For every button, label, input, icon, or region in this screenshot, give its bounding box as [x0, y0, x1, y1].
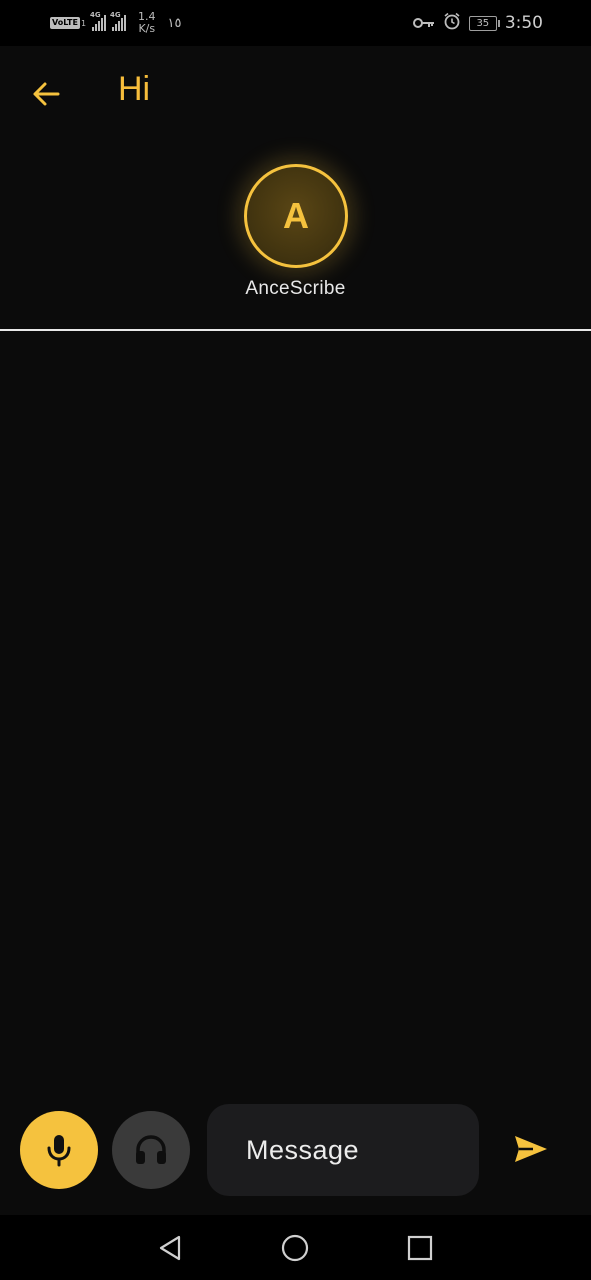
- status-left: VoLTE 1 4G 4G 1.4 K/s ١٥: [50, 10, 182, 36]
- network-speed-unit: K/s: [138, 22, 156, 35]
- vpn-key-icon: [412, 14, 435, 33]
- volte-badge: VoLTE: [50, 17, 80, 29]
- recents-square-icon: [407, 1235, 433, 1261]
- status-bar: VoLTE 1 4G 4G 1.4 K/s ١٥ 35 3:50: [0, 0, 591, 46]
- microphone-button[interactable]: [20, 1111, 98, 1189]
- message-field[interactable]: [207, 1104, 479, 1196]
- alarm-icon: [443, 12, 461, 34]
- status-right: 35 3:50: [412, 12, 543, 34]
- contact-name: AnceScribe: [245, 278, 346, 299]
- network-type-label: 4G: [90, 11, 101, 19]
- nav-recents-button[interactable]: [400, 1229, 440, 1267]
- page-title: Hi: [118, 70, 151, 108]
- avatar-initial: A: [283, 195, 309, 236]
- signal-strength-icon: 4G: [90, 11, 107, 31]
- chat-screen: VoLTE 1 4G 4G 1.4 K/s ١٥ 35 3:50 Hi A An…: [0, 0, 591, 1280]
- message-list[interactable]: [0, 331, 591, 1091]
- arrow-left-icon: [33, 82, 60, 106]
- headphones-button[interactable]: [112, 1111, 190, 1189]
- nav-home-button[interactable]: [275, 1229, 315, 1267]
- clock: 3:50: [504, 13, 543, 33]
- signal-strength-icon-2: 4G: [110, 11, 127, 31]
- home-circle-icon: [281, 1234, 309, 1262]
- avatar[interactable]: A: [244, 164, 348, 268]
- back-button[interactable]: [26, 74, 66, 114]
- extra-indicator: ١٥: [167, 15, 182, 31]
- network-type-label-2: 4G: [110, 11, 121, 19]
- app-bar: Hi: [0, 46, 591, 136]
- battery-icon: 35: [468, 15, 500, 31]
- microphone-icon: [47, 1135, 71, 1167]
- network-speed: 1.4 K/s: [138, 11, 156, 35]
- nav-back-button[interactable]: [150, 1229, 190, 1267]
- message-input[interactable]: [244, 1133, 468, 1167]
- headphones-icon: [136, 1135, 166, 1164]
- sim-slot-label: 1: [80, 18, 87, 28]
- system-nav-bar: [0, 1215, 591, 1280]
- send-button[interactable]: [508, 1126, 554, 1172]
- back-triangle-icon: [159, 1235, 181, 1261]
- send-icon: [515, 1136, 547, 1162]
